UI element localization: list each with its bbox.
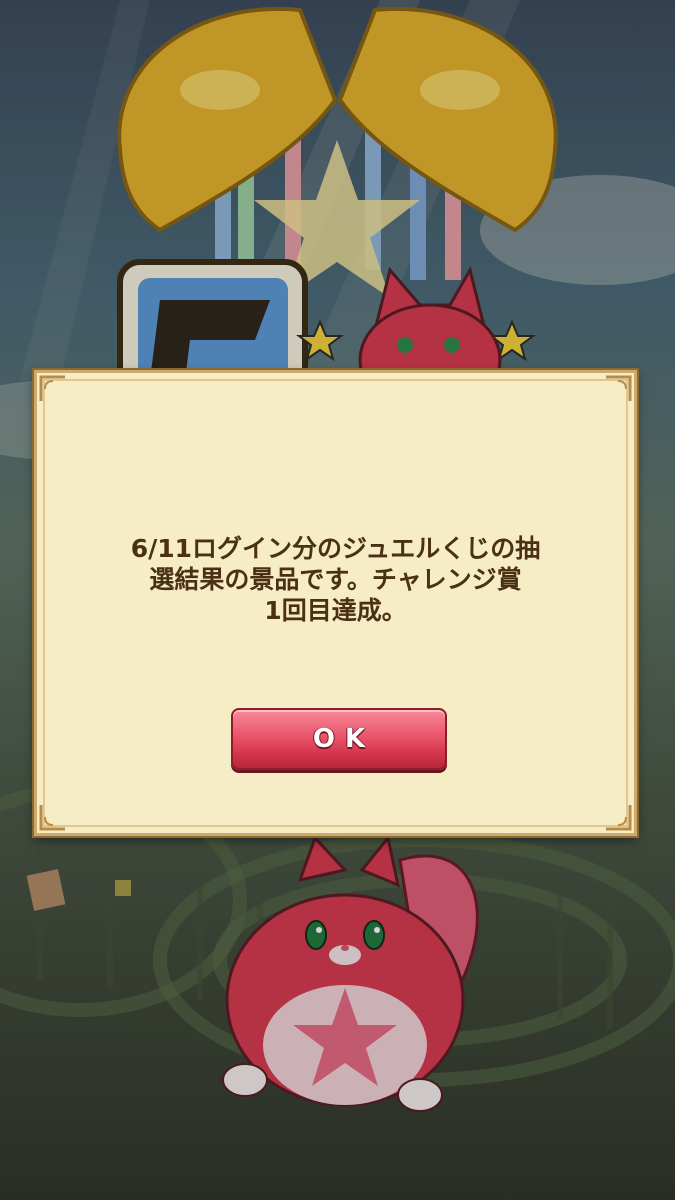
ornament-corner-icon <box>604 803 632 831</box>
ornament-corner-icon <box>39 803 67 831</box>
ok-button[interactable]: OK <box>231 708 447 770</box>
ornament-corner-icon <box>604 375 632 403</box>
ok-button-label: OK <box>312 724 376 754</box>
reward-dialog: 6/11ログイン分のジュエルくじの抽 選結果の景品です。チャレンジ賞 1回目達成… <box>34 370 637 836</box>
dialog-message: 6/11ログイン分のジュエルくじの抽 選結果の景品です。チャレンジ賞 1回目達成… <box>77 533 594 626</box>
message-line: 6/11ログイン分のジュエルくじの抽 <box>130 534 541 563</box>
ornament-corner-icon <box>39 375 67 403</box>
message-line: 選結果の景品です。チャレンジ賞 <box>149 565 522 594</box>
message-line: 1回目達成。 <box>264 596 407 625</box>
